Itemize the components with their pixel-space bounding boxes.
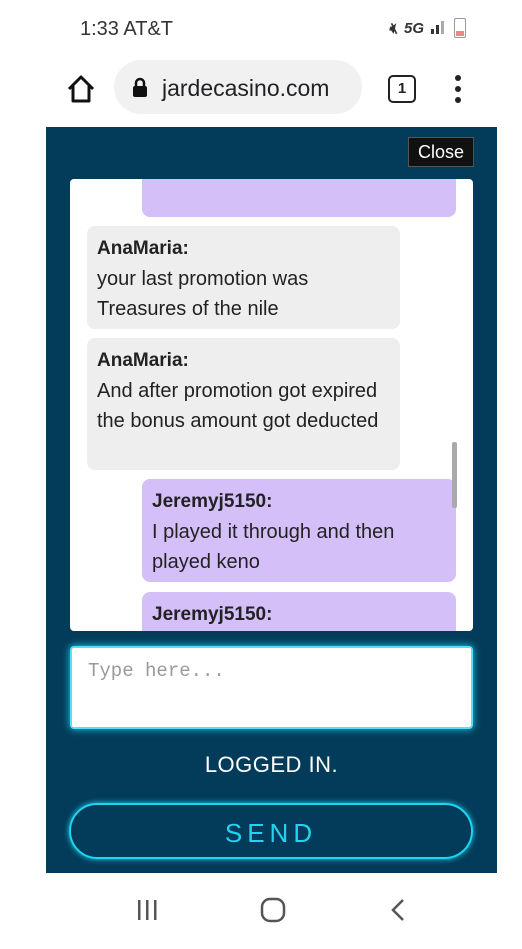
system-nav-bar <box>0 873 522 949</box>
message-scrollbar[interactable] <box>452 442 457 508</box>
message-text: I won on keno <box>152 179 277 187</box>
message-text: I played it through and then played keno <box>152 521 395 573</box>
chat-message: I won on keno <box>142 179 456 217</box>
url-text: jardecasino.com <box>162 75 330 101</box>
chat-message: AnaMaria: And after promotion got expire… <box>87 338 400 470</box>
message-text: And after promotion got expired the bonu… <box>97 380 379 432</box>
signal-icon <box>430 18 448 38</box>
address-bar[interactable]: jardecasino.com <box>114 60 362 114</box>
close-button[interactable]: Close <box>408 137 474 167</box>
status-time: 1:33 AT&T <box>80 18 174 40</box>
chat-message: Jeremyj5150: I played it through and the… <box>142 479 456 582</box>
recent-apps-icon[interactable] <box>132 895 162 925</box>
network-label: 5G <box>403 19 424 37</box>
chat-panel: Close I won on keno AnaMaria: your last … <box>46 127 497 873</box>
send-button[interactable]: SEND <box>69 803 473 859</box>
message-author: Jeremyj5150: <box>152 491 273 512</box>
back-chevron-icon[interactable] <box>384 895 414 925</box>
chat-message: Jeremyj5150: <box>142 592 456 631</box>
home-icon[interactable] <box>64 72 98 106</box>
status-icons: 🔇︎ 5G <box>389 18 466 38</box>
status-bar: 1:33 AT&T 🔇︎ 5G <box>0 0 522 60</box>
message-text: your last promotion was Treasures of the… <box>97 268 309 320</box>
more-menu-icon[interactable] <box>452 72 464 106</box>
lock-icon <box>133 77 147 97</box>
message-input-box[interactable] <box>70 646 473 729</box>
browser-toolbar: jardecasino.com 1 <box>0 58 522 120</box>
tab-switcher-button[interactable]: 1 <box>388 75 416 103</box>
message-author: AnaMaria: <box>97 238 189 259</box>
chat-message: AnaMaria: your last promotion was Treasu… <box>87 226 400 329</box>
mute-icon: 🔇︎ <box>388 19 398 37</box>
message-author: Jeremyj5150: <box>152 604 273 625</box>
message-author: AnaMaria: <box>97 350 189 371</box>
battery-icon <box>454 18 466 38</box>
home-circle-icon[interactable] <box>258 895 288 925</box>
message-input[interactable] <box>72 648 471 694</box>
message-list[interactable]: I won on keno AnaMaria: your last promot… <box>70 179 473 631</box>
login-status: LOGGED IN. <box>204 752 339 777</box>
